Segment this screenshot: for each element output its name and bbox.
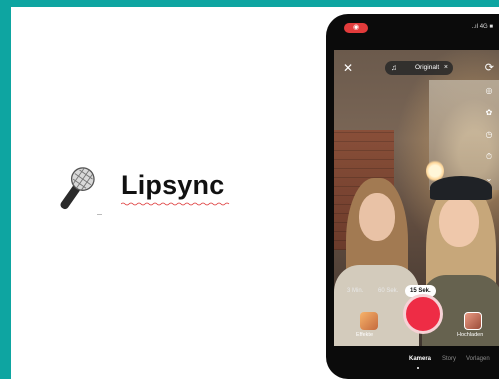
- stray-mark: [97, 214, 102, 215]
- slide-title: Lipsync: [121, 170, 225, 200]
- duration-3min[interactable]: 3 Min.: [347, 285, 363, 297]
- speed-icon[interactable]: ◷: [484, 130, 494, 140]
- sound-selector[interactable]: ♫ Originalt ×: [385, 61, 453, 75]
- tab-kamera[interactable]: Kamera: [409, 356, 431, 362]
- spellcheck-underline: [121, 202, 230, 206]
- person-right-face: [439, 197, 479, 247]
- effects-label: Effekte: [356, 332, 374, 338]
- camera-tools: ◎ ✿ ◷ ⏱ ⌄: [484, 86, 496, 196]
- status-icons: ..ıl 4G ■: [471, 24, 493, 30]
- upload-button[interactable]: [464, 312, 482, 330]
- duration-60sec[interactable]: 60 Sek.: [378, 285, 398, 297]
- tab-story[interactable]: Story: [442, 356, 456, 362]
- tab-vorlagen[interactable]: Vorlagen: [466, 356, 490, 362]
- person-right-cap: [430, 176, 492, 200]
- status-bar: ◉ ..ıl 4G ■: [326, 23, 499, 37]
- filters-icon[interactable]: ◎: [484, 86, 494, 96]
- bottom-tabs: Kamera Story Vorlagen: [326, 356, 499, 370]
- more-icon[interactable]: ⌄: [484, 174, 494, 184]
- phone-frame: ◉ ..ıl 4G ■ ✕ ♫ Originalt × ⟳ ◎ ✿ ◷ ⏱ ⌄ …: [326, 14, 499, 379]
- record-indicator: ◉: [344, 23, 368, 33]
- effects-button[interactable]: [360, 312, 378, 330]
- sound-label: Originalt: [415, 64, 440, 71]
- timer-icon[interactable]: ⏱: [484, 152, 494, 162]
- active-tab-indicator: [417, 367, 419, 369]
- close-icon[interactable]: ✕: [343, 62, 353, 74]
- beauty-icon[interactable]: ✿: [484, 108, 494, 118]
- sound-remove-button[interactable]: ×: [444, 61, 448, 75]
- microphone-icon: [60, 167, 95, 210]
- music-note-icon: ♫: [391, 63, 397, 72]
- record-button[interactable]: [403, 294, 443, 334]
- upload-label: Hochladen: [457, 332, 484, 338]
- person-left-face: [359, 193, 395, 241]
- flip-camera-icon[interactable]: ⟳: [485, 61, 494, 74]
